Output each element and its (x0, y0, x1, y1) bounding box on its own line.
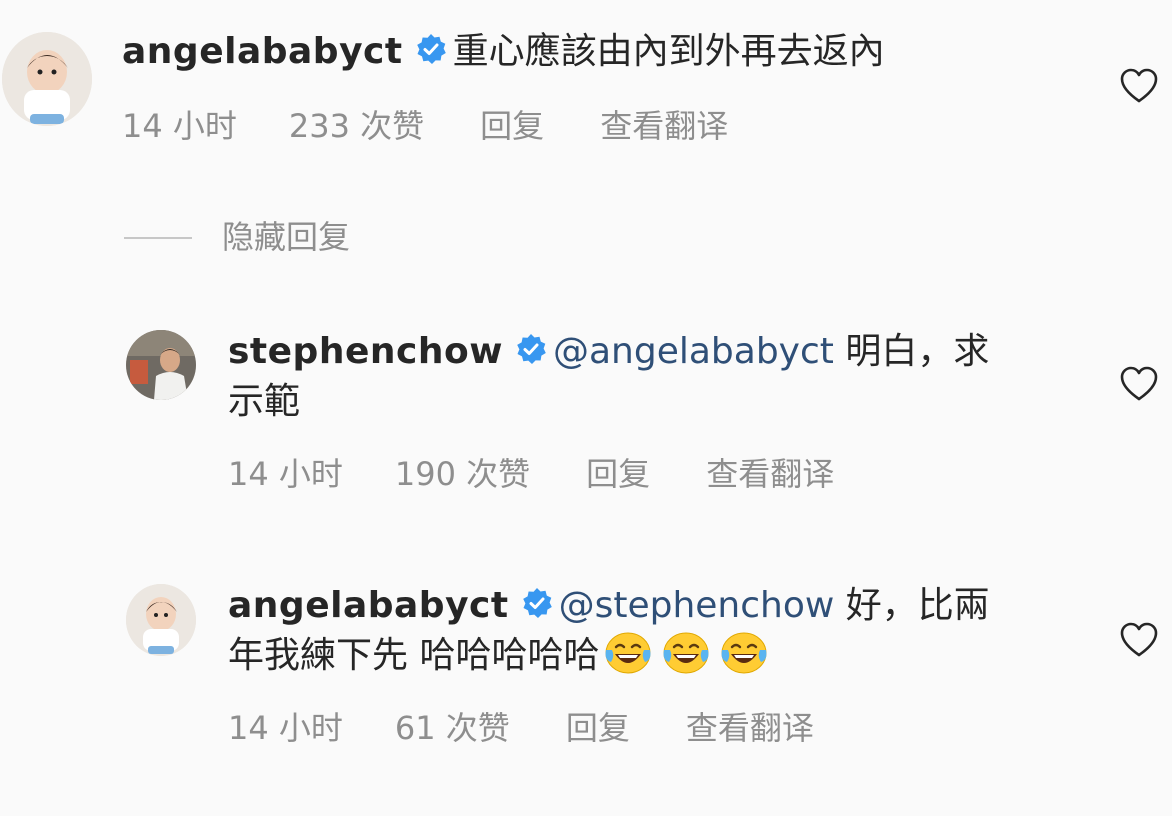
verified-badge-icon (415, 33, 447, 65)
reply-button[interactable]: 回复 (586, 452, 650, 496)
divider-line (124, 237, 192, 239)
like-heart-icon[interactable] (1120, 622, 1158, 658)
comment-text-continued: 示範 (228, 381, 301, 422)
see-translation-button[interactable]: 查看翻译 (600, 104, 728, 148)
comment-text: 重心應該由內到外再去返內 (452, 31, 885, 72)
mention-link[interactable]: @stephenchow (559, 585, 835, 626)
verified-badge-icon (515, 333, 547, 365)
avatar-stephenchow[interactable] (126, 330, 196, 400)
verified-badge-icon (521, 587, 553, 619)
hide-replies-label[interactable]: 隐藏回复 (222, 214, 350, 260)
like-heart-icon[interactable] (1120, 366, 1158, 402)
laughing-tears-emoji-icon (603, 630, 653, 676)
see-translation-button[interactable]: 查看翻译 (686, 706, 814, 750)
comment-likes[interactable]: 233 次赞 (289, 104, 424, 148)
see-translation-button[interactable]: 查看翻译 (706, 452, 834, 496)
laughing-tears-emoji-icon (661, 630, 711, 676)
comment-time: 14 小时 (228, 709, 343, 747)
comment-likes[interactable]: 190 次赞 (395, 452, 530, 496)
comment-text: 好，比兩 (845, 585, 990, 626)
avatar-image (126, 330, 196, 400)
like-heart-icon[interactable] (1120, 68, 1158, 104)
comment-time: 14 小时 (228, 455, 343, 493)
reply-button[interactable]: 回复 (566, 706, 630, 750)
avatar-image (2, 32, 92, 126)
comment-text-continued: 年我練下先 哈哈哈哈哈 (228, 635, 600, 676)
laughing-tears-emoji-icon (719, 630, 769, 676)
reply-button[interactable]: 回复 (480, 104, 544, 148)
comment-text: 明白，求 (845, 331, 990, 372)
avatar-angelababyct[interactable] (126, 584, 196, 656)
comment-username[interactable]: stephenchow (228, 331, 503, 372)
avatar-image (126, 584, 196, 656)
avatar-angelababyct[interactable] (2, 32, 92, 126)
comment-username[interactable]: angelababyct (228, 585, 509, 626)
mention-link[interactable]: @angelababyct (553, 331, 834, 372)
comment-username[interactable]: angelababyct (122, 31, 403, 72)
comment-likes[interactable]: 61 次赞 (395, 706, 510, 750)
comment-time: 14 小时 (122, 107, 237, 145)
